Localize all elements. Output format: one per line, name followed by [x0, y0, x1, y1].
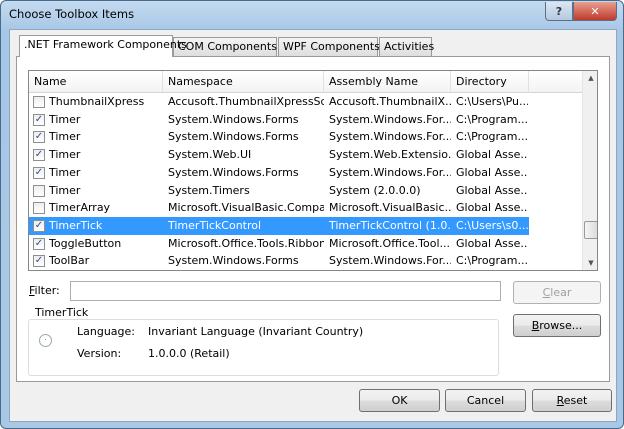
- column-header-namespace[interactable]: Namespace: [163, 71, 324, 93]
- table-row[interactable]: ✓ ToggleButton Microsoft.Office.Tools.Ribb…: [29, 235, 529, 253]
- cell-directory: C:\Program...: [456, 254, 528, 268]
- row-checkbox[interactable]: [33, 184, 45, 197]
- table-row[interactable]: TimerArray Microsoft.VisualBasic.Compa...…: [29, 199, 529, 217]
- filter-label: Filter:: [29, 284, 60, 297]
- reset-button[interactable]: Reset: [532, 389, 612, 412]
- table-row[interactable]: ✓ Timer System.Windows.Forms System.Windows…: [29, 128, 529, 146]
- cell-name: TimerArray: [49, 201, 111, 215]
- alarm-clock-icon: ·: [39, 334, 52, 347]
- cell-assembly: Microsoft.VisualBasic....: [329, 201, 451, 215]
- filter-input[interactable]: [70, 281, 501, 301]
- cell-name: Timer: [49, 130, 81, 144]
- row-checkbox[interactable]: ✓: [33, 166, 45, 179]
- table-row[interactable]: ThumbnailXpress Accusoft.ThumbnailXpressS…: [29, 93, 529, 111]
- cell-name: Timer: [49, 148, 81, 162]
- cell-namespace: System.Timers: [168, 183, 250, 197]
- close-icon: ✕: [590, 4, 600, 18]
- browse-button[interactable]: Browse...: [513, 314, 601, 337]
- row-checkbox[interactable]: ✓: [33, 149, 45, 162]
- cell-namespace: Microsoft.VisualBasic.Compa...: [168, 201, 324, 215]
- components-list[interactable]: Name Namespace Assembly Name Directory T…: [28, 70, 598, 271]
- cell-namespace: System.Windows.Forms: [168, 165, 299, 179]
- cell-namespace: Microsoft.Office.Tools.Ribbon: [168, 236, 324, 250]
- cell-assembly: System.Windows.For...: [329, 130, 451, 144]
- cell-directory: Global Asse...: [456, 165, 528, 179]
- cell-namespace: System.Windows.Forms: [168, 254, 299, 268]
- row-checkbox[interactable]: [33, 96, 45, 108]
- table-row[interactable]: ✓ Timer System.Windows.Forms System.Windows…: [29, 164, 529, 182]
- version-value: 1.0.0.0 (Retail): [148, 347, 230, 360]
- tab-net-framework-components[interactable]: .NET Framework Components: [19, 35, 187, 57]
- cell-assembly: TimerTickControl (1.0...: [329, 218, 451, 232]
- tab-activities[interactable]: Activities: [379, 37, 434, 56]
- close-button[interactable]: ✕: [573, 2, 617, 21]
- version-label: Version:: [77, 347, 122, 360]
- help-button[interactable]: ?: [545, 2, 573, 21]
- table-row[interactable]: ✓ ToolBar System.Windows.Forms System.Windo…: [29, 252, 529, 270]
- cell-directory: C:\Program...: [456, 112, 528, 126]
- row-checkbox[interactable]: [33, 202, 45, 215]
- cell-assembly: System (2.0.0.0): [329, 183, 421, 197]
- table-row[interactable]: Timer System.Timers System (2.0.0.0) Global…: [29, 182, 529, 200]
- cell-directory: C:\Users\s0...: [456, 218, 528, 232]
- table-row[interactable]: ✓ Timer System.Windows.Forms System.Windows…: [29, 111, 529, 129]
- language-label: Language:: [77, 325, 135, 338]
- cell-name: Timer: [49, 112, 81, 126]
- cell-name: ThumbnailXpress: [49, 95, 145, 108]
- list-header: Name Namespace Assembly Name Directory: [29, 71, 582, 93]
- column-header-assembly-name[interactable]: Assembly Name: [324, 71, 451, 93]
- scroll-up-arrow-icon[interactable]: ▲: [583, 74, 597, 82]
- cell-directory: C:\Users\Pu...: [456, 95, 528, 108]
- column-header-name[interactable]: Name: [29, 71, 163, 93]
- cell-namespace: Accusoft.ThumbnailXpressSdk: [168, 95, 324, 108]
- cell-directory: Global Asse...: [456, 148, 528, 162]
- cell-assembly: Microsoft.Office.Tool...: [329, 236, 451, 250]
- window-title: Choose Toolbox Items: [9, 7, 135, 21]
- cell-assembly: System.Windows.For...: [329, 254, 451, 268]
- cell-name: Timer: [49, 165, 81, 179]
- cell-namespace: TimerTickControl: [168, 218, 262, 232]
- cell-directory: C:\Program...: [456, 130, 528, 144]
- row-checkbox[interactable]: ✓: [33, 131, 45, 144]
- row-checkbox[interactable]: ✓: [33, 219, 45, 232]
- cell-name: Timer: [49, 183, 81, 197]
- cancel-button[interactable]: Cancel: [445, 389, 526, 412]
- cell-assembly: System.Windows.For...: [329, 112, 451, 126]
- cell-directory: Global Asse...: [456, 183, 528, 197]
- ok-button[interactable]: OK: [359, 389, 440, 412]
- clear-button[interactable]: Clear: [513, 281, 601, 304]
- vertical-scrollbar[interactable]: ▲ ▼: [582, 71, 597, 270]
- cell-name: ToggleButton: [49, 236, 122, 250]
- cell-namespace: System.Windows.Forms: [168, 130, 299, 144]
- row-checkbox[interactable]: ✓: [33, 255, 45, 268]
- language-value: Invariant Language (Invariant Country): [148, 325, 364, 338]
- question-icon: ?: [555, 4, 563, 18]
- cell-assembly: Accusoft.ThumbnailX...: [329, 95, 451, 108]
- row-checkbox[interactable]: ✓: [33, 113, 45, 126]
- cell-namespace: System.Windows.Forms: [168, 112, 299, 126]
- cell-directory: Global Asse...: [456, 236, 528, 250]
- row-checkbox[interactable]: ✓: [33, 237, 45, 250]
- table-row[interactable]: ✓ TimerTick TimerTickControl TimerTickContr…: [29, 216, 529, 235]
- cell-assembly: System.Windows.For...: [329, 165, 451, 179]
- cell-name: ToolBar: [49, 254, 90, 268]
- scroll-down-arrow-icon[interactable]: ▼: [583, 259, 597, 267]
- tab-wpf-components[interactable]: WPF Components: [278, 37, 380, 56]
- tab-com-components[interactable]: COM Components: [173, 37, 277, 56]
- cell-namespace: System.Web.UI: [168, 148, 252, 162]
- column-header-directory[interactable]: Directory: [451, 71, 529, 93]
- cell-directory: Global Asse...: [456, 201, 528, 215]
- details-title: TimerTick: [33, 306, 91, 319]
- cell-assembly: System.Web.Extensio...: [329, 148, 451, 162]
- cell-name: TimerTick: [49, 218, 103, 232]
- table-row[interactable]: ✓ Timer System.Web.UI System.Web.Extensio..…: [29, 146, 529, 164]
- scrollbar-thumb[interactable]: [584, 221, 597, 239]
